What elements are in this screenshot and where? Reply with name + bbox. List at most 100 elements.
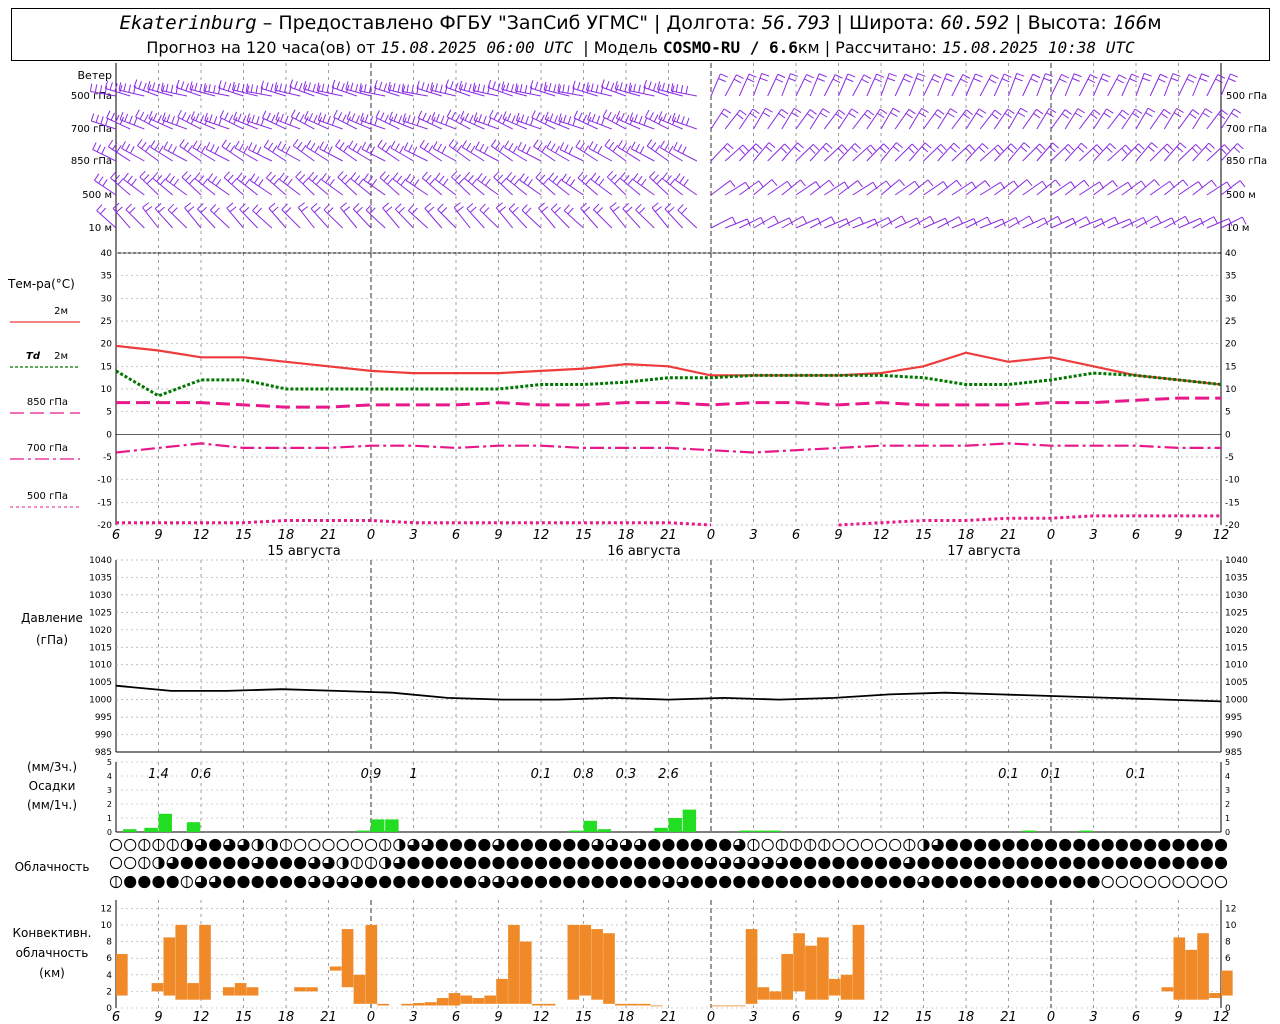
wind-barb-feather (1017, 112, 1026, 117)
wind-barb-staff (246, 120, 272, 130)
wind-barb-feather (555, 145, 560, 154)
cloud-symbol (294, 838, 307, 852)
wind-barb-feather (308, 171, 315, 179)
wind-barb-staff (951, 74, 964, 97)
wind-barb-staff (1149, 74, 1161, 97)
wind-barb-feather (506, 172, 513, 179)
wind-barb-feather (352, 143, 358, 151)
cloud-symbol-fill (464, 876, 476, 888)
time-tick-label: 9 (834, 528, 842, 543)
wind-barb-feather (788, 77, 797, 82)
cloud-symbol-fill (1002, 857, 1015, 869)
wind-barb-feather (927, 179, 934, 187)
cloud-symbol (1172, 875, 1185, 889)
wind-barb-feather (604, 138, 611, 147)
cloud-symbol-fill (1158, 857, 1170, 869)
wind-barb-feather (646, 139, 653, 147)
wind-barb-feather (593, 143, 598, 152)
wind-barb-feather (956, 179, 962, 187)
wind-barb-staff (923, 143, 942, 162)
wind-barb-feather (1048, 146, 1056, 153)
wind-barb-staff (1135, 179, 1155, 196)
wind-barb-staff (1022, 74, 1034, 97)
cloud-symbol-fill (946, 839, 958, 851)
wind-barb-feather (634, 114, 638, 122)
wind-barb-feather (608, 141, 615, 149)
wind-barb-feather (507, 113, 512, 121)
wind-barb-feather (321, 172, 327, 181)
wind-barb-feather (530, 117, 534, 126)
wind-barb-feather (962, 113, 970, 120)
wind-barb-feather (762, 112, 771, 117)
wind-barb-feather (673, 141, 678, 150)
wind-barb-feather (541, 145, 547, 153)
wind-barb-feather (1116, 78, 1124, 84)
wind-barb-feather (1172, 73, 1181, 77)
cloud-symbol (832, 838, 845, 852)
wind-barb-feather (565, 176, 571, 184)
wind-barb-feather (542, 178, 550, 185)
wind-barb-feather (809, 109, 817, 115)
convective-bar (650, 1005, 663, 1007)
wind-barb-staff (628, 90, 655, 97)
time-tick-label-bottom: 9 (834, 1010, 842, 1024)
wind-barb-staff (121, 147, 145, 162)
convective-bar (733, 1005, 746, 1007)
wind-barb-staff (431, 119, 457, 130)
wind-barb-feather (1112, 180, 1118, 188)
wind-barb-staff (248, 149, 273, 162)
wind-barb-feather (986, 216, 992, 225)
cloud-symbol-fill (634, 857, 646, 869)
cloud-symbol-fill (832, 857, 845, 869)
wind-barb-feather (194, 82, 198, 91)
wind-barb-feather (659, 140, 665, 148)
wind-barb-feather (1073, 73, 1082, 78)
wind-barb-feather (319, 141, 324, 150)
wind-barb-feather (804, 78, 812, 83)
cloud-symbol-fill (223, 876, 235, 888)
wind-barb-feather (133, 117, 138, 126)
precip-ytick-right: 3 (1225, 786, 1230, 795)
wind-barb-feather (125, 143, 131, 152)
wind-barb-feather (612, 206, 620, 212)
cloud-symbol-fill (1215, 857, 1227, 869)
wind-barb-staff (421, 177, 443, 196)
wind-barb-staff (609, 207, 627, 229)
wind-barb-feather (252, 144, 257, 153)
pressure-ytick: 990 (95, 731, 112, 741)
cloud-symbol-fill (407, 876, 420, 888)
wind-barb-staff (937, 142, 955, 162)
wind-barb-feather (997, 144, 1004, 152)
wind-barb-feather (577, 171, 584, 179)
wind-barb-feather (1061, 113, 1069, 119)
cloud-symbol-half (342, 857, 349, 869)
cloud-symbol-fill (960, 839, 972, 851)
wind-barb-staff (162, 119, 188, 130)
wind-barb-staff (894, 74, 906, 97)
wind-barb-feather (307, 82, 311, 91)
cloud-symbol-fill (464, 839, 476, 851)
convective-bar (1221, 970, 1233, 996)
wind-barb-feather (355, 84, 359, 92)
wind-barb-feather (552, 175, 559, 183)
wind-barb-feather (508, 203, 516, 210)
cloud-symbol-fill (620, 876, 632, 888)
wind-barb-staff (937, 108, 951, 130)
wind-barb-staff (1206, 109, 1222, 130)
wind-barb-feather (405, 173, 411, 181)
wind-barb-feather (933, 73, 942, 79)
wind-barb-feather (429, 178, 436, 185)
cloud-symbol (364, 838, 378, 852)
wind-barb-staff (923, 74, 935, 97)
wind-barb-feather (176, 117, 180, 126)
wind-barb-feather (1103, 112, 1111, 118)
wind-barb-staff (1036, 179, 1056, 196)
precip-bar (385, 819, 399, 832)
wind-barb-feather (267, 142, 274, 150)
wind-barb-feather (559, 142, 565, 150)
pressure-ytick: 995 (95, 713, 112, 723)
wind-barb-staff (1050, 109, 1066, 130)
wind-barb-feather (679, 176, 685, 184)
cloud-symbol-fill (691, 857, 703, 869)
pressure-ytick-right: 1000 (1225, 696, 1248, 706)
